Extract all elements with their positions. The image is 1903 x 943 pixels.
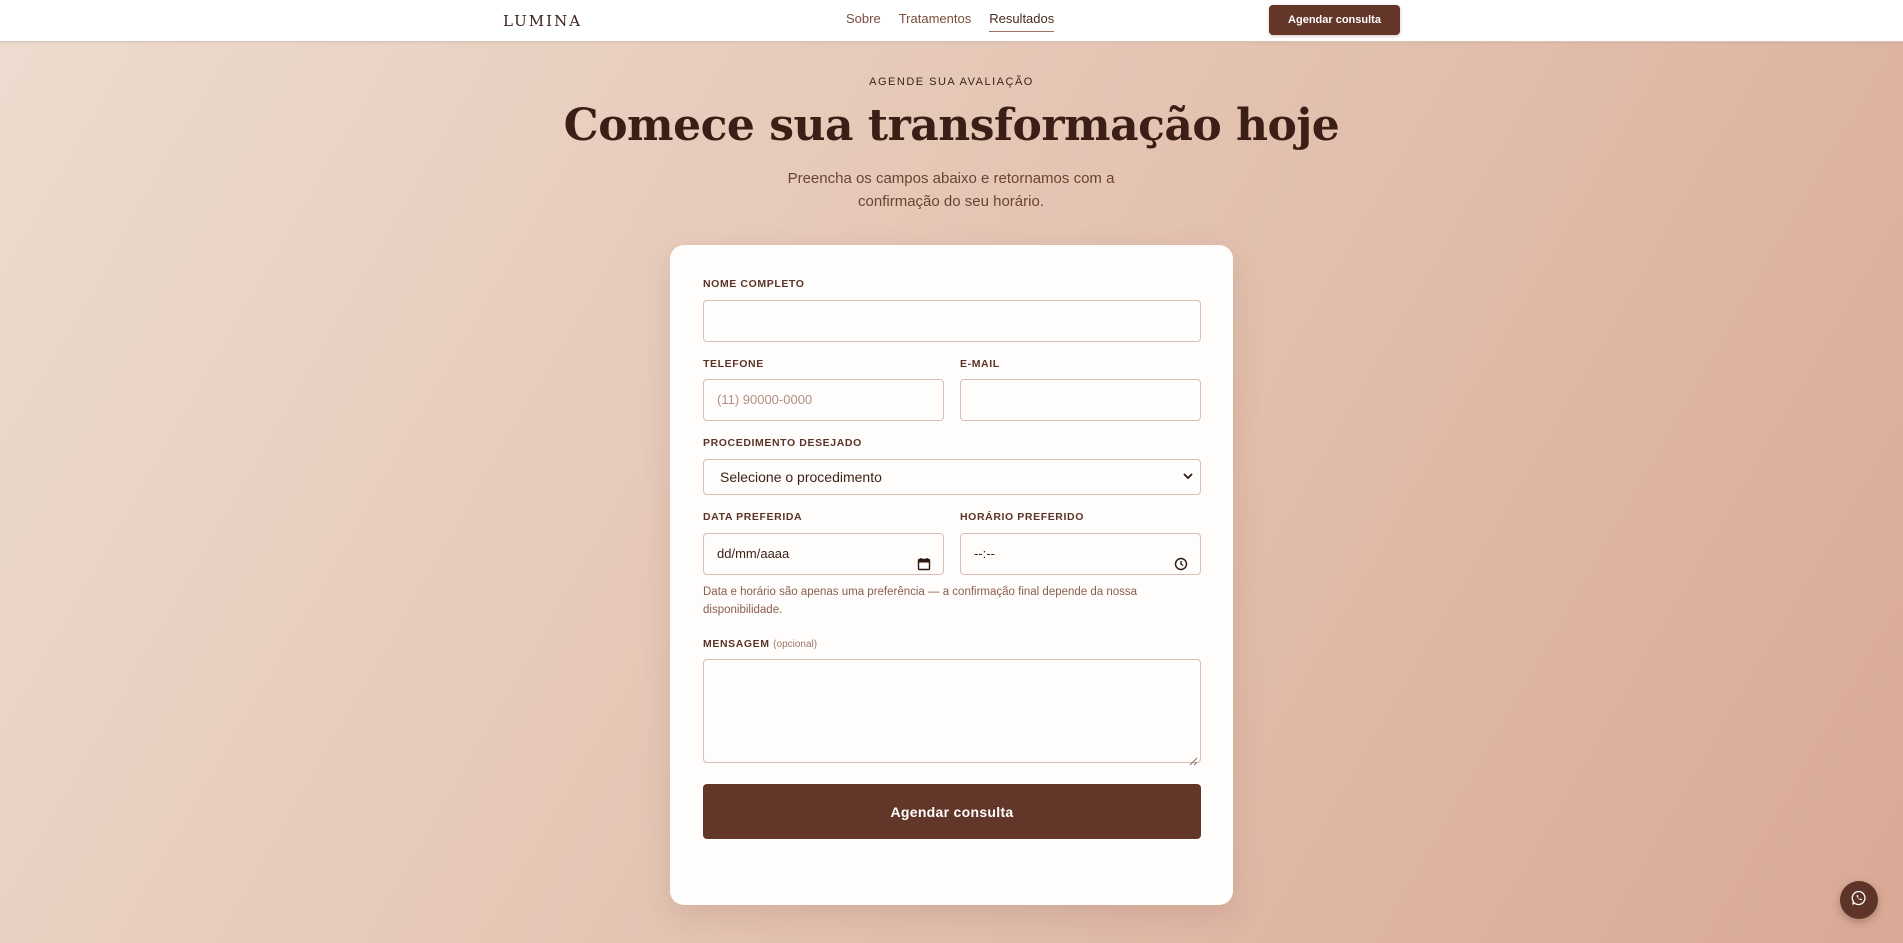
whatsapp-icon	[1851, 890, 1867, 910]
nav-link-tratamentos[interactable]: Tratamentos	[899, 11, 972, 32]
email-label: E-MAIL	[960, 358, 1000, 370]
nav-link-resultados[interactable]: Resultados	[989, 11, 1055, 32]
hero-eyebrow: AGENDE SUA AVALIAÇÃO	[869, 76, 1034, 88]
message-optional-tag: (opcional)	[773, 639, 818, 650]
booking-form-card: NOME COMPLETO TELEFONE (11) 90000-0000 E…	[670, 245, 1233, 905]
page-title: Comece sua transformação hoje	[563, 100, 1340, 151]
phone-label: TELEFONE	[703, 358, 764, 370]
email-input[interactable]	[960, 379, 1201, 421]
procedure-select-value: Selecione o procedimento	[720, 469, 882, 485]
phone-input[interactable]: (11) 90000-0000	[703, 379, 944, 421]
clock-icon[interactable]	[1174, 547, 1188, 571]
calendar-icon[interactable]	[917, 547, 931, 571]
procedure-select[interactable]: Selecione o procedimento	[703, 459, 1201, 495]
date-input-value: dd/mm/aaaa	[717, 546, 790, 561]
date-input[interactable]: dd/mm/aaaa	[703, 533, 944, 575]
date-label: DATA PREFERIDA	[703, 511, 803, 523]
whatsapp-button[interactable]	[1840, 881, 1878, 919]
message-label: MENSAGEM (opcional)	[703, 638, 817, 650]
name-input[interactable]	[703, 300, 1201, 342]
name-label: NOME COMPLETO	[703, 278, 805, 290]
time-label: HORÁRIO PREFERIDO	[960, 511, 1084, 523]
time-input[interactable]: --:--	[960, 533, 1201, 575]
nav-link-sobre[interactable]: Sobre	[846, 11, 881, 32]
main-nav: Sobre Tratamentos Resultados	[846, 11, 1055, 32]
brand-logo[interactable]: LUMINA	[503, 12, 582, 30]
hero-subtitle: Preencha os campos abaixo e retornamos c…	[787, 170, 1115, 210]
resize-handle-icon[interactable]	[1189, 751, 1198, 766]
schedule-hint: Data e horário são apenas uma preferênci…	[703, 586, 1138, 616]
submit-book-button[interactable]: Agendar consulta	[703, 784, 1201, 839]
chevron-down-icon	[1182, 460, 1194, 507]
time-input-value: --:--	[974, 546, 995, 561]
message-label-text: MENSAGEM	[703, 638, 770, 650]
procedure-label: PROCEDIMENTO DESEJADO	[703, 437, 862, 449]
header-book-button[interactable]: Agendar consulta	[1269, 5, 1400, 35]
site-header: LUMINA Sobre Tratamentos Resultados Agen…	[0, 0, 1903, 42]
message-textarea[interactable]	[703, 659, 1201, 766]
